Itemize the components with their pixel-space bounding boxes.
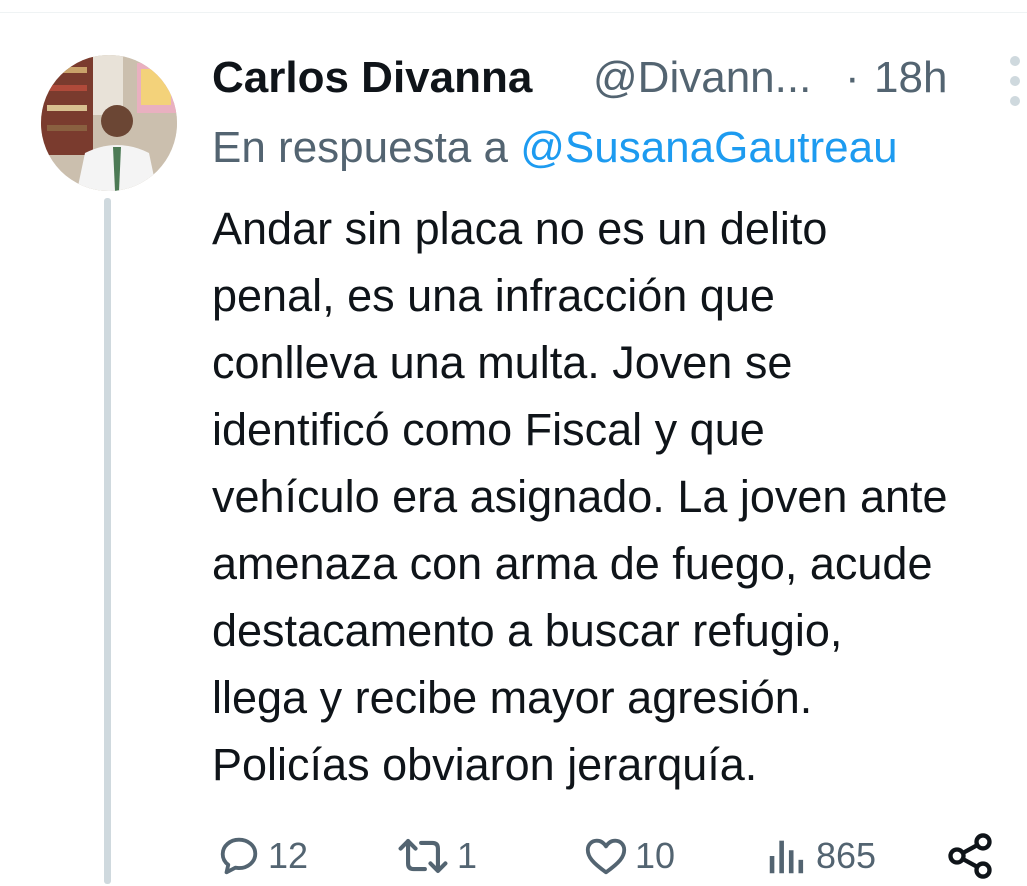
reply-button[interactable]: 12 — [216, 826, 308, 886]
views-count: 865 — [816, 835, 877, 876]
retweet-button[interactable]: 1 — [395, 826, 477, 886]
views-icon — [769, 840, 804, 874]
reply-mention-link[interactable]: @SusanaGautreau — [520, 123, 897, 172]
reply-count: 12 — [268, 835, 309, 876]
like-button[interactable]: 10 — [583, 826, 675, 886]
like-icon — [585, 838, 627, 875]
author-handle[interactable]: @Divann... — [593, 53, 811, 103]
share-button[interactable] — [944, 826, 996, 886]
retweet-count: 1 — [457, 835, 478, 876]
author-name[interactable]: Carlos Divanna — [212, 53, 532, 103]
like-count: 10 — [635, 835, 676, 876]
avatar[interactable] — [41, 55, 177, 191]
tweet-text: Andar sin placa no es un delito penal, e… — [212, 203, 948, 790]
retweet-icon — [398, 839, 448, 873]
tweet-actions: 12 1 10 865 — [212, 826, 1027, 886]
top-divider — [0, 12, 1027, 13]
separator-dot: · — [845, 53, 860, 102]
reply-context: En respuesta a @SusanaGautreau — [212, 123, 898, 173]
reply-prefix: En respuesta a — [212, 123, 508, 172]
thread-line — [104, 198, 111, 884]
more-icon[interactable] — [1000, 56, 1027, 108]
share-icon — [948, 833, 992, 879]
views-button[interactable]: 865 — [764, 826, 876, 886]
tweet-header: Carlos Divanna @Divann... · 18h — [212, 48, 1027, 108]
reply-icon — [220, 837, 258, 875]
tweet-time[interactable]: 18h — [874, 53, 947, 103]
